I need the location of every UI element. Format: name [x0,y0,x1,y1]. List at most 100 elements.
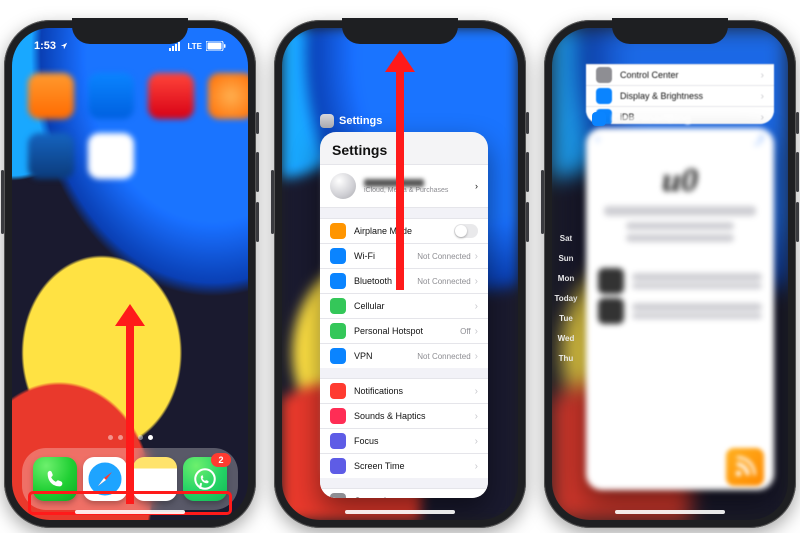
blurred-text [626,234,734,242]
apple-id-subtitle: iCloud, Media & Purchases [364,187,448,194]
chevron-icon: › [761,70,764,81]
settings-notify-group: Notifications › Sounds & Haptics › Focus… [320,378,488,478]
settings-general-group: General › Control Center › Display & Bri… [320,488,488,498]
share-icon[interactable]: ⤴ [754,132,764,147]
chevron-icon: › [475,181,478,191]
settings-row[interactable]: Screen Time › [320,453,488,478]
settings-row[interactable]: Cellular › [320,293,488,318]
toggle[interactable] [454,224,478,238]
switcher-card-label: Settings [339,115,382,127]
iphone-frame-1: 1:53 LTE [4,20,256,528]
settings-row-icon [596,88,612,104]
chevron-icon: › [475,276,478,287]
settings-row[interactable]: Airplane Mode [320,218,488,243]
settings-row-icon [330,223,346,239]
settings-network-group: Airplane Mode Wi-Fi Not Connected › Bluet… [320,218,488,368]
day-label: Mon [554,268,578,288]
notch [612,18,728,44]
settings-row-icon [330,298,346,314]
settings-row[interactable]: Control Center › [586,64,774,85]
switcher-card-title: iDownloadBlog [592,112,691,126]
chevron-icon: › [475,301,478,312]
settings-row-label: Display & Brightness [620,91,757,101]
settings-row[interactable]: Bluetooth Not Connected › [320,268,488,293]
tutorial-image: 1:53 LTE [0,0,800,533]
home-indicator[interactable] [75,510,185,514]
chevron-icon: › [475,411,478,422]
settings-row[interactable]: Wi-Fi Not Connected › [320,243,488,268]
settings-row[interactable]: Sounds & Haptics › [320,403,488,428]
rss-icon [726,448,764,486]
phone-icon [44,468,66,490]
settings-row-label: Focus [354,436,471,446]
apple-id-cell[interactable]: iCloud, Media & Purchases › [320,164,488,208]
notch [342,18,458,44]
settings-row-label: Notifications [354,386,471,396]
chevron-icon: › [475,436,478,447]
settings-row-label: Wi-Fi [354,251,411,261]
iphone-frame-3: SatSunMonTodayTueWedThu Control Center ›… [544,20,796,528]
day-label: Sat [554,228,578,248]
settings-row-icon [330,348,346,364]
settings-row-icon [596,67,612,83]
status-carrier: LTE [187,42,202,51]
settings-row-value: Not Connected [417,352,470,361]
thumb [598,268,624,294]
switcher-card-title: Settings [320,114,382,128]
page-indicator[interactable] [12,435,248,440]
settings-row[interactable]: Display & Brightness › [586,85,774,106]
settings-row-label: Airplane Mode [354,226,454,236]
settings-row-icon [330,493,346,498]
back-icon[interactable]: ‹ [596,134,599,145]
home-indicator[interactable] [345,510,455,514]
settings-row[interactable]: Personal Hotspot Off › [320,318,488,343]
chevron-icon: › [475,351,478,362]
home-screen-apps-blurred [28,73,248,179]
day-label: Wed [554,328,578,348]
settings-row-label: Personal Hotspot [354,326,454,336]
settings-row[interactable]: VPN Not Connected › [320,343,488,368]
chevron-icon: › [475,251,478,262]
status-time: 1:53 [34,40,56,52]
settings-row-value: Not Connected [417,252,470,261]
day-label: Thu [554,348,578,368]
home-screen[interactable]: 1:53 LTE [12,28,248,520]
settings-row-label: VPN [354,351,411,361]
app-switcher[interactable]: SatSunMonTodayTueWedThu Control Center ›… [552,28,788,520]
settings-row-label: Cellular [354,301,471,311]
day-label: Tue [554,308,578,328]
whatsapp-badge: 2 [211,453,231,467]
app-icon [592,112,606,126]
settings-row-icon [330,408,346,424]
settings-row-label: Sounds & Haptics [354,411,471,421]
settings-row[interactable]: Focus › [320,428,488,453]
settings-row-icon [330,383,346,399]
settings-row-value: Not Connected [417,277,470,286]
home-indicator[interactable] [615,510,725,514]
article-logo: u0 [586,162,774,200]
app-switcher[interactable]: Settings Settings iCloud, Media & Purcha… [282,28,518,520]
settings-heading: Settings [320,132,488,164]
whatsapp-icon [192,466,218,492]
blurred-text [626,222,734,230]
blurred-text [604,206,756,216]
thumb [598,298,624,324]
chevron-icon: › [475,326,478,337]
avatar [330,173,356,199]
day-label: Today [554,288,578,308]
blog-app-card[interactable]: ‹ ⤴ u0 [586,128,774,490]
settings-row-label: Bluetooth [354,276,411,286]
settings-row-icon [330,433,346,449]
settings-row-icon [330,248,346,264]
settings-row[interactable]: Notifications › [320,378,488,403]
settings-icon [320,114,334,128]
battery-icon [206,41,226,51]
settings-row-label: Control Center [620,70,757,80]
day-label: Sun [554,248,578,268]
settings-row-icon [330,273,346,289]
settings-row[interactable]: General › [320,488,488,498]
notch [72,18,188,44]
switcher-card-label: iDownloadBlog [611,113,691,125]
settings-app-card[interactable]: Settings iCloud, Media & Purchases › Air… [320,132,488,498]
settings-row-value: Off [460,327,471,336]
